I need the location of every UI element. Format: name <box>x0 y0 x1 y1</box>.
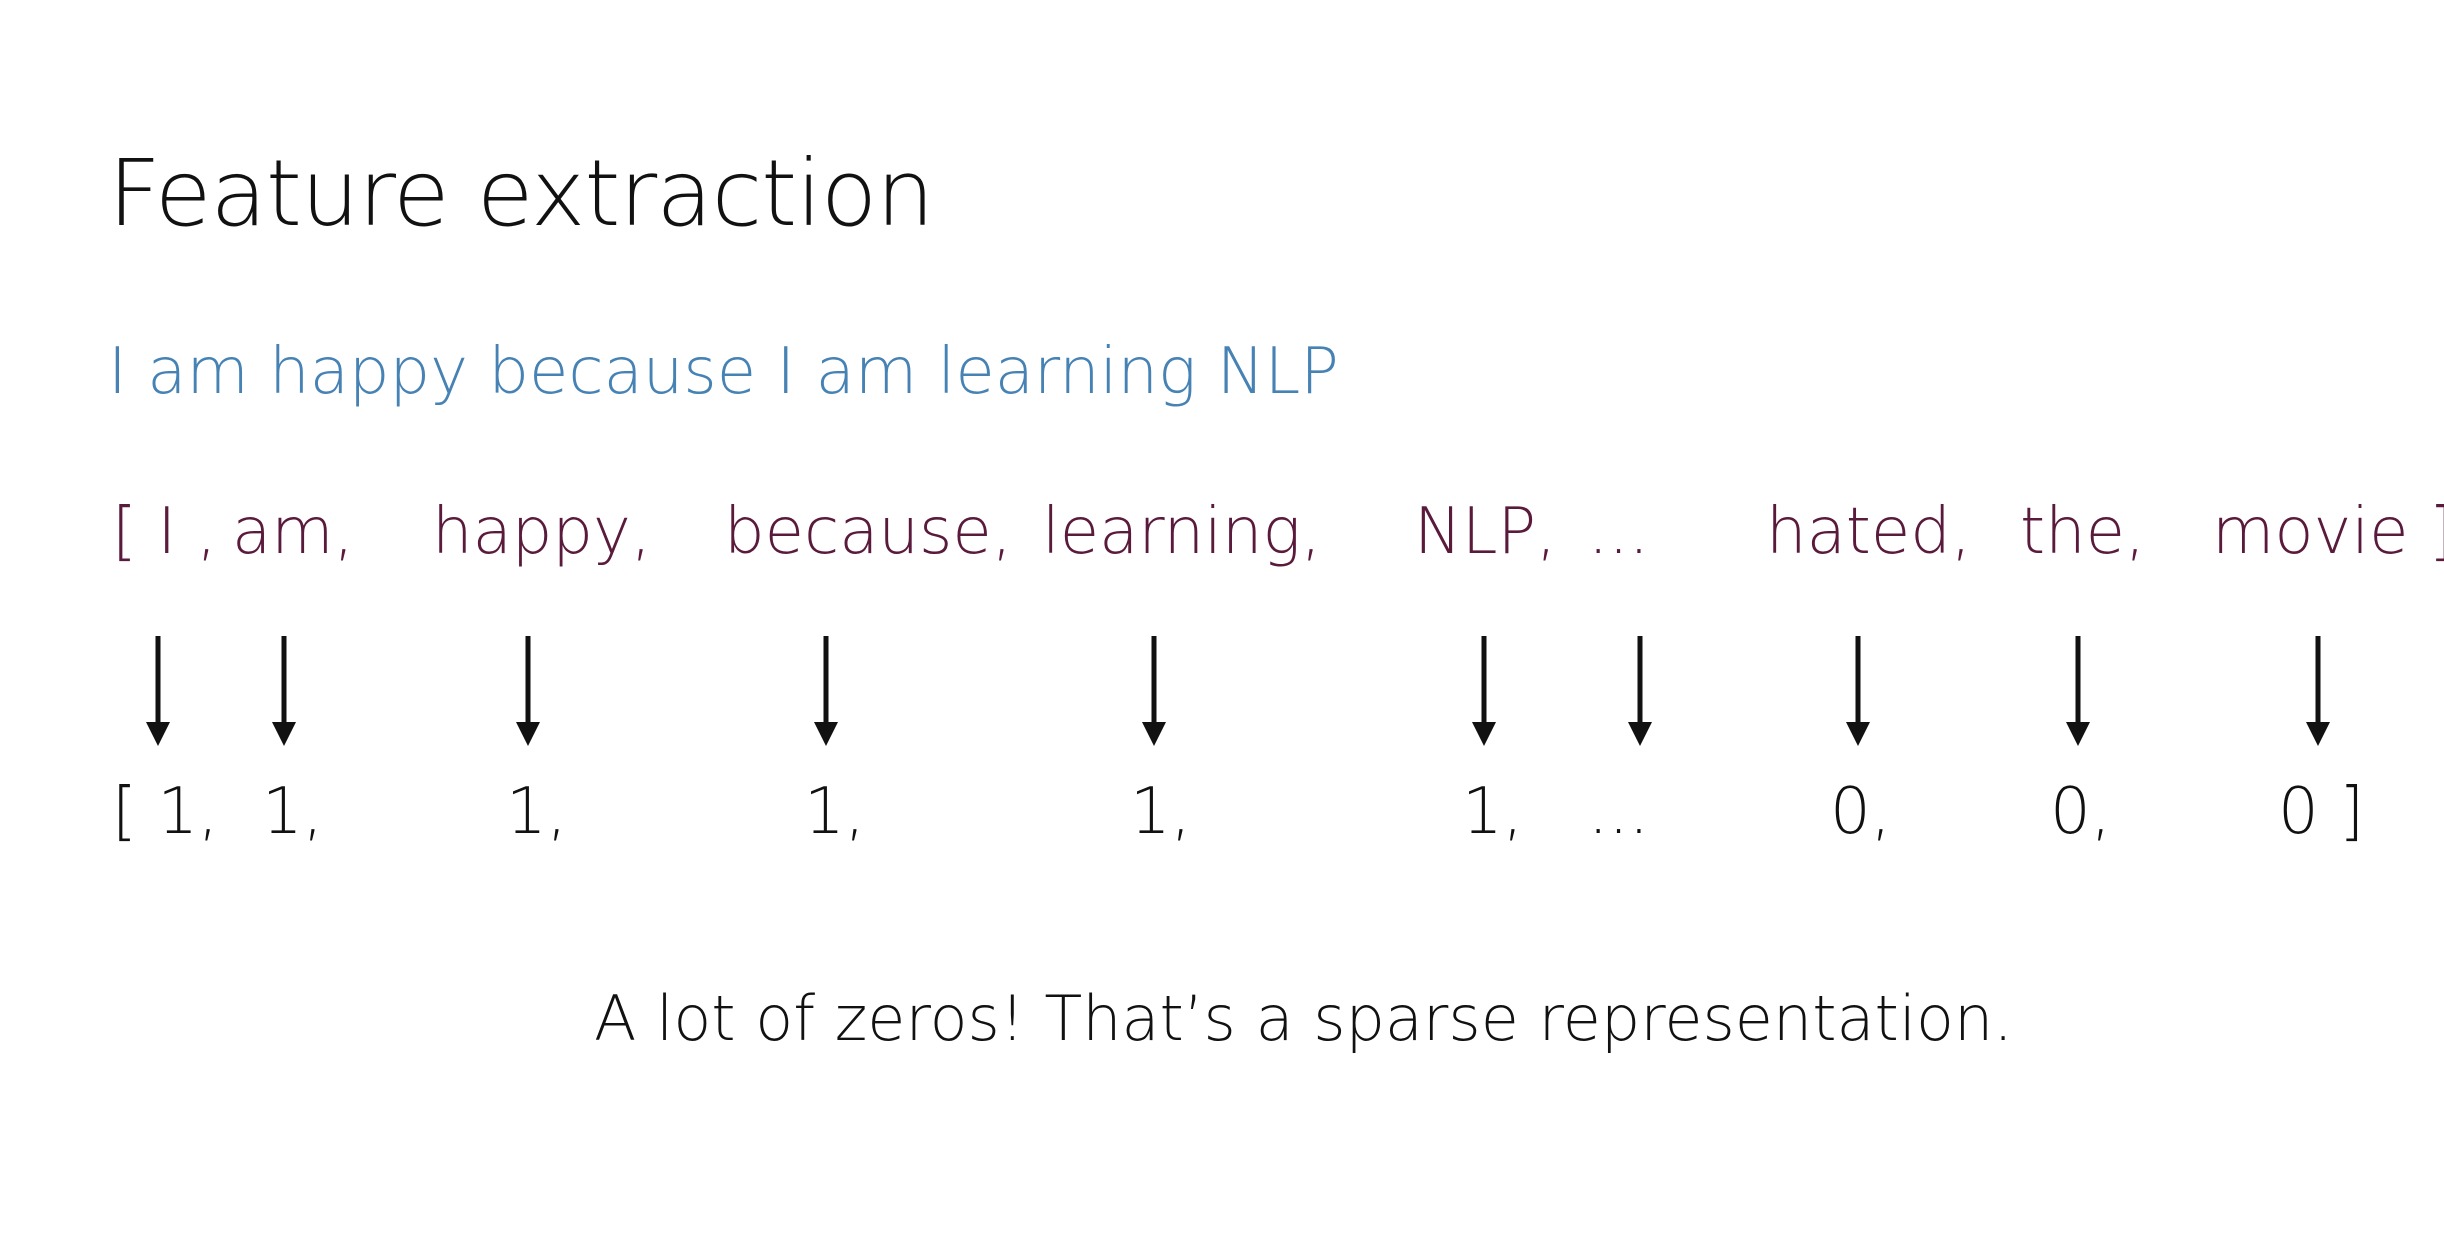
caption: A lot of zeros! That’s a sparse represen… <box>594 982 2013 1055</box>
vector-value-movie: 0 ] <box>2278 775 2365 849</box>
vocab-token-hated: hated, <box>1766 495 1972 569</box>
vector-value-learning: 1, <box>1130 775 1192 849</box>
down-arrow-icon <box>1134 636 1174 746</box>
vocab-token-nlp: NLP, <box>1414 495 1557 569</box>
vocab-token-happy: happy, <box>432 495 652 569</box>
down-arrow-icon <box>2058 636 2098 746</box>
vocab-token-because: because, <box>724 495 1013 569</box>
vector-value-am: 1, <box>262 775 324 849</box>
slide-title: Feature extraction <box>108 140 934 247</box>
vocab-token-learning: learning, <box>1042 495 1322 569</box>
vector-value-nlp: 1, <box>1462 775 1524 849</box>
vector-value-the: 0, <box>2050 775 2112 849</box>
vector-value-ellipsis: ... <box>1588 775 1650 849</box>
down-arrow-icon <box>1620 636 1660 746</box>
vocab-token-the: the, <box>2020 495 2146 569</box>
down-arrow-icon <box>2298 636 2338 746</box>
vocab-token-i: [ I , <box>112 495 217 569</box>
down-arrow-icon <box>138 636 178 746</box>
vector-value-because: 1, <box>804 775 866 849</box>
vocab-token-movie: movie ] <box>2212 495 2444 569</box>
down-arrow-icon <box>264 636 304 746</box>
vector-value-i: [ 1, <box>112 775 219 849</box>
down-arrow-icon <box>1838 636 1878 746</box>
vocab-token-am: am, <box>232 495 354 569</box>
vector-value-happy: 1, <box>506 775 568 849</box>
down-arrow-icon <box>508 636 548 746</box>
vector-value-hated: 0, <box>1830 775 1892 849</box>
vocab-token-ellipsis: ... <box>1588 495 1650 569</box>
down-arrow-icon <box>1464 636 1504 746</box>
example-sentence: I am happy because I am learning NLP <box>108 335 1339 409</box>
down-arrow-icon <box>806 636 846 746</box>
